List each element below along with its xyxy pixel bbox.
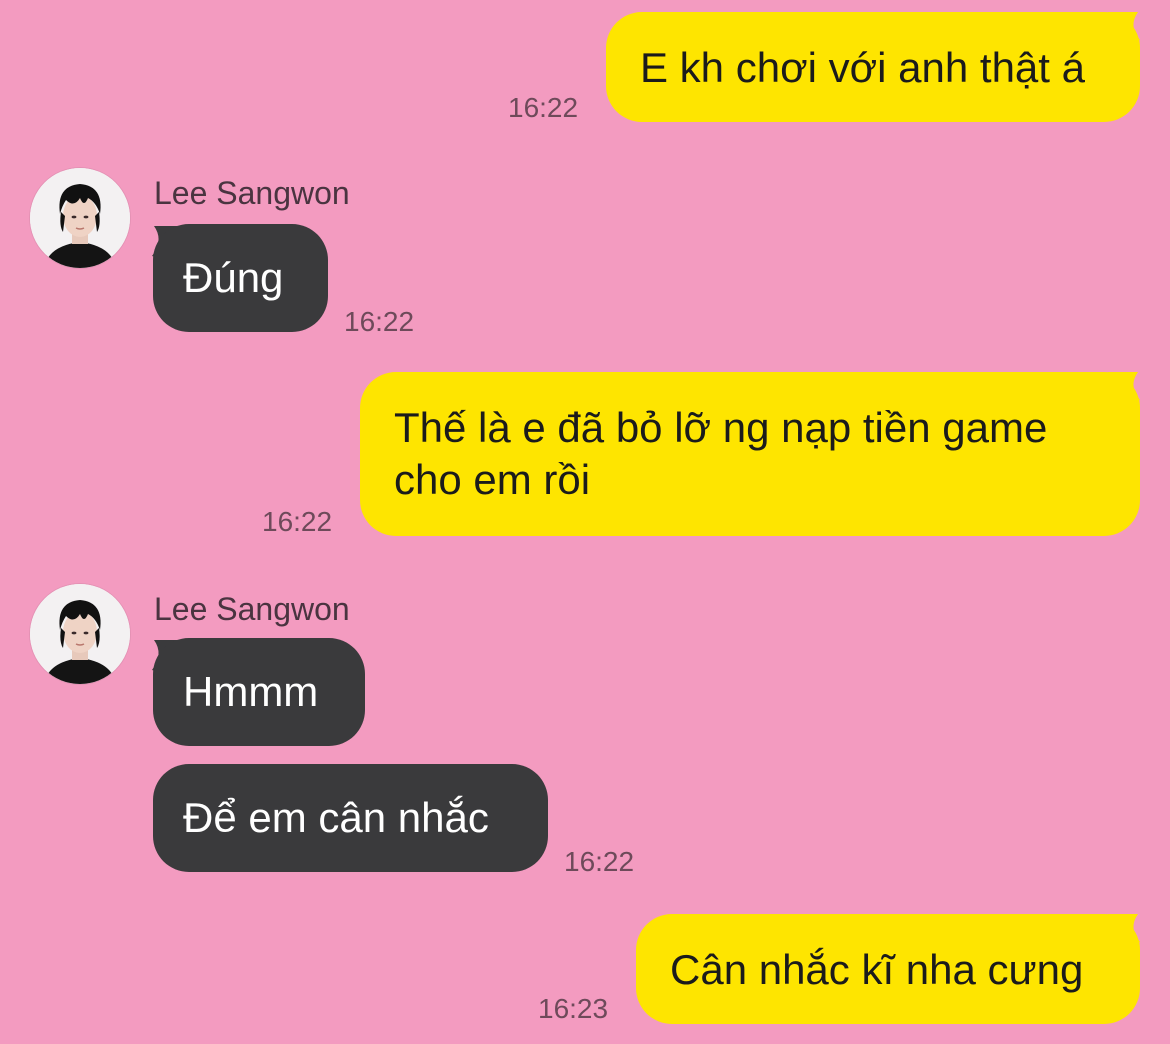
message-text: Đúng — [183, 254, 284, 301]
bubble-tail-icon — [1108, 12, 1140, 52]
sent-message-bubble[interactable]: E kh chơi với anh thật á — [606, 12, 1140, 122]
bubble-tail-icon — [1108, 914, 1140, 954]
sender-avatar[interactable] — [30, 168, 130, 268]
message-timestamp: 16:22 — [508, 92, 579, 123]
sender-name: Lee Sangwon — [154, 175, 350, 211]
received-message-bubble[interactable]: Đúng — [153, 224, 328, 332]
message-text: Hmmm — [183, 668, 319, 715]
message-text: Để em cân nhắc — [183, 794, 489, 841]
sender-name: Lee Sangwon — [154, 591, 350, 627]
message-text: E kh chơi với anh thật á — [640, 44, 1085, 91]
message-text: Cân nhắc kĩ nha cưng — [670, 946, 1084, 993]
message-text-line: cho em rồi — [394, 456, 591, 503]
message-timestamp: 16:22 — [564, 846, 635, 877]
bubble-tail-icon — [1108, 372, 1140, 412]
profile-photo-avatar-icon — [30, 584, 130, 684]
message-timestamp: 16:22 — [344, 306, 415, 337]
profile-photo-avatar-icon — [30, 168, 130, 268]
sent-message-bubble[interactable]: Cân nhắc kĩ nha cưng — [636, 914, 1140, 1024]
message-timestamp: 16:23 — [538, 993, 609, 1024]
sender-avatar[interactable] — [30, 584, 130, 684]
message-timestamp: 16:22 — [262, 506, 333, 537]
message-text-line: Thế là e đã bỏ lỡ ng nạp tiền game — [394, 404, 1048, 451]
sent-message-bubble[interactable]: Thế là e đã bỏ lỡ ng nạp tiền game cho e… — [360, 372, 1140, 536]
received-message-bubble[interactable]: Để em cân nhắc — [153, 764, 548, 872]
received-message-bubble[interactable]: Hmmm — [153, 638, 365, 746]
